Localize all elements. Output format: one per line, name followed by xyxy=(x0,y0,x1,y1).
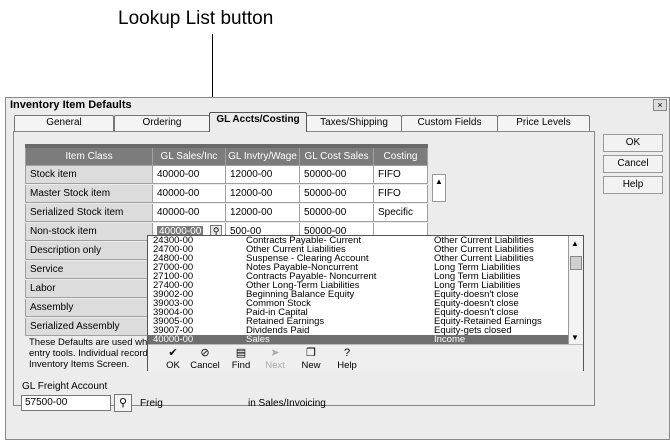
cell-costing[interactable]: Specific xyxy=(374,204,428,222)
lookup-next-button[interactable]: ➤ Next xyxy=(260,347,290,371)
cell-item-class: Description only xyxy=(25,242,153,260)
new-icon: ❐ xyxy=(306,347,316,359)
tab-ordering[interactable]: Ordering xyxy=(114,115,210,131)
tab-general[interactable]: General xyxy=(14,115,114,131)
tab-taxes-shipping[interactable]: Taxes/Shipping xyxy=(306,115,402,131)
cell-gl-cost[interactable]: 50000-00 xyxy=(300,185,374,203)
cell-item-class: Master Stock item xyxy=(25,185,153,203)
lookup-cancel-button[interactable]: ⊘ Cancel xyxy=(190,347,220,371)
scroll-up-icon[interactable]: ▲ xyxy=(571,239,579,248)
lookup-next-label: Next xyxy=(265,360,285,371)
cell-item-class: Serialized Stock item xyxy=(25,204,153,222)
lookup-ok-button[interactable]: ✔ OK xyxy=(158,347,188,371)
help-icon: ? xyxy=(343,347,351,359)
ok-button[interactable]: OK xyxy=(603,134,663,152)
cell-item-class: Stock item xyxy=(25,166,153,184)
lookup-ok-label: OK xyxy=(166,360,180,371)
cell-item-class: Labor xyxy=(25,280,153,298)
cell-item-class: Assembly xyxy=(25,299,153,317)
next-icon: ➤ xyxy=(270,347,280,359)
header-gl-cost: GL Cost Sales xyxy=(300,148,374,166)
lookup-scrollbar[interactable]: ▲ ▼ xyxy=(568,236,583,344)
header-item-class: Item Class xyxy=(25,148,153,166)
close-icon[interactable]: × xyxy=(653,99,667,111)
header-gl-sales: GL Sales/Inc xyxy=(153,148,226,166)
lookup-new-button[interactable]: ❐ New xyxy=(296,347,326,371)
lookup-new-label: New xyxy=(301,360,321,371)
freight-partial-text: Freig xyxy=(140,398,163,409)
cell-gl-invtry[interactable]: 12000-00 xyxy=(226,204,300,222)
header-gl-invtry: GL Invtry/Wage xyxy=(226,148,300,166)
lookup-find-button[interactable]: ▤ Find xyxy=(226,347,256,371)
scroll-up-icon[interactable]: ▲ xyxy=(435,177,443,186)
cell-item-class: Serialized Assembly xyxy=(25,318,153,336)
cell-costing[interactable]: FIFO xyxy=(374,185,428,203)
grid-scrollbar[interactable]: ▲ xyxy=(432,174,446,202)
lookup-toolbar: ✔ OK ⊘ Cancel ▤ Find ➤ Next ❐ New? Help xyxy=(148,344,583,372)
lookup-list[interactable]: 24300-00 Contracts Payable- Current Other … xyxy=(147,235,584,372)
cell-item-class: Service xyxy=(25,261,153,279)
freight-note: in Sales/Invoicing xyxy=(248,398,326,409)
lookup-cancel-label: Cancel xyxy=(190,360,220,371)
tab-price-levels[interactable]: Price Levels xyxy=(497,115,590,131)
cell-gl-cost[interactable]: 50000-00 xyxy=(300,204,374,222)
scroll-down-icon[interactable]: ▼ xyxy=(571,333,579,342)
freight-account-input[interactable]: 57500-00 xyxy=(21,395,111,411)
cell-gl-invtry[interactable]: 12000-00 xyxy=(226,185,300,203)
cancel-button[interactable]: Cancel xyxy=(603,155,663,173)
help-button[interactable]: Help xyxy=(603,176,663,194)
freight-lookup-button[interactable]: ⚲ xyxy=(114,394,132,412)
ok-icon: ✔ xyxy=(168,347,178,359)
scroll-thumb[interactable] xyxy=(570,256,582,270)
lookup-find-label: Find xyxy=(231,360,251,371)
tab-custom-fields[interactable]: Custom Fields xyxy=(401,115,498,131)
cell-gl-cost[interactable]: 50000-00 xyxy=(300,166,374,184)
cancel-icon: ⊘ xyxy=(200,347,210,359)
magnifier-icon: ⚲ xyxy=(118,397,128,409)
cell-gl-sales[interactable]: 40000-00 xyxy=(153,166,226,184)
lookup-help-label: Help xyxy=(337,360,357,371)
cell-item-class: Non-stock item xyxy=(25,223,153,241)
tab-bar: General Ordering GL Accts/Costing Taxes/… xyxy=(8,112,593,132)
header-costing: Costing xyxy=(374,148,428,166)
window-title: Inventory Item Defaults xyxy=(10,99,132,111)
callout-label: Lookup List button xyxy=(118,8,274,29)
freight-account-label: GL Freight Account xyxy=(22,381,108,392)
find-icon: ▤ xyxy=(235,347,247,359)
cell-gl-sales[interactable]: 40000-00 xyxy=(153,204,226,222)
cell-gl-invtry[interactable]: 12000-00 xyxy=(226,166,300,184)
cell-gl-sales[interactable]: 40000-00 xyxy=(153,185,226,203)
lookup-help-button[interactable]: ? Help xyxy=(332,347,362,371)
tab-gl-accts-costing[interactable]: GL Accts/Costing xyxy=(209,112,307,132)
cell-costing[interactable]: FIFO xyxy=(374,166,428,184)
